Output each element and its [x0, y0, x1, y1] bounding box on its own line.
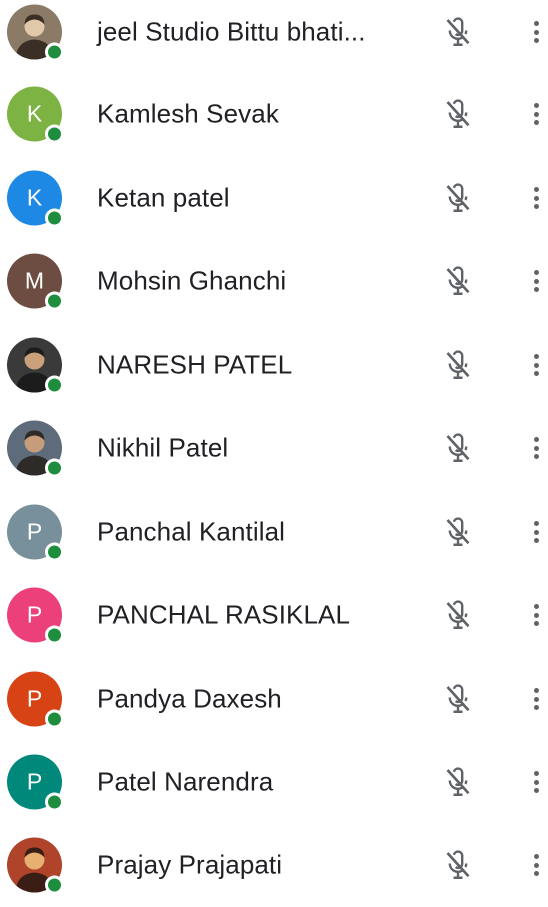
- mic-off-icon[interactable]: [440, 764, 476, 800]
- avatar: K: [7, 170, 64, 228]
- avatar: [7, 4, 64, 62]
- mic-off-icon[interactable]: [440, 96, 476, 132]
- mic-off-icon[interactable]: [440, 430, 476, 466]
- participant-name: PANCHAL RASIKLAL: [97, 599, 351, 630]
- participant-name: jeel Studio Bittu bhati...: [97, 16, 366, 47]
- participant-row[interactable]: M Mohsin Ghanchi: [0, 239, 548, 323]
- online-status-dot: [45, 542, 64, 562]
- online-status-dot: [45, 291, 64, 311]
- participant-name: Panchal Kantilal: [97, 516, 286, 547]
- more-vert-icon: [533, 187, 539, 209]
- more-vert-icon: [533, 604, 539, 626]
- more-vert-icon: [533, 437, 539, 459]
- more-options-button[interactable]: [524, 94, 548, 134]
- mic-off-icon[interactable]: [440, 180, 476, 216]
- more-vert-icon: [533, 771, 539, 793]
- more-options-button[interactable]: [524, 512, 548, 552]
- more-vert-icon: [533, 103, 539, 125]
- participant-row[interactable]: Prajay Prajapati: [0, 823, 548, 907]
- online-status-dot: [45, 42, 64, 62]
- participant-row[interactable]: Nikhil Patel: [0, 406, 548, 490]
- mic-off-icon[interactable]: [440, 263, 476, 299]
- more-options-button[interactable]: [524, 595, 548, 635]
- more-options-button[interactable]: [524, 178, 548, 218]
- online-status-dot: [45, 875, 64, 895]
- avatar: P: [7, 754, 64, 812]
- mic-off-icon[interactable]: [440, 347, 476, 383]
- participant-name: Ketan patel: [97, 182, 230, 213]
- mic-off-icon[interactable]: [440, 597, 476, 633]
- more-options-button[interactable]: [524, 12, 548, 52]
- more-vert-icon: [533, 21, 539, 43]
- more-options-button[interactable]: [524, 762, 548, 802]
- participant-name: NARESH PATEL: [97, 349, 293, 380]
- more-vert-icon: [533, 270, 539, 292]
- participant-row[interactable]: NARESH PATEL: [0, 323, 548, 407]
- more-options-button[interactable]: [524, 679, 548, 719]
- participant-name: Mohsin Ghanchi: [97, 265, 287, 296]
- online-status-dot: [45, 792, 64, 812]
- online-status-dot: [45, 709, 64, 729]
- more-vert-icon: [533, 854, 539, 876]
- more-options-button[interactable]: [524, 428, 548, 468]
- avatar: P: [7, 671, 64, 729]
- avatar: P: [7, 587, 64, 645]
- avatar: [7, 337, 64, 395]
- more-options-button[interactable]: [524, 261, 548, 301]
- online-status-dot: [45, 375, 64, 395]
- avatar: [7, 837, 64, 895]
- mic-off-icon[interactable]: [440, 514, 476, 550]
- more-options-button[interactable]: [524, 345, 548, 385]
- online-status-dot: [45, 625, 64, 645]
- participant-name: Kamlesh Sevak: [97, 98, 279, 129]
- avatar: [7, 420, 64, 478]
- participant-row[interactable]: K Ketan patel: [0, 156, 548, 240]
- participant-row[interactable]: P PANCHAL RASIKLAL: [0, 573, 548, 657]
- participant-name: Patel Narendra: [97, 766, 274, 797]
- avatar: M: [7, 253, 64, 311]
- online-status-dot: [45, 458, 64, 478]
- avatar: P: [7, 504, 64, 562]
- more-options-button[interactable]: [524, 845, 548, 885]
- participant-name: Prajay Prajapati: [97, 849, 283, 880]
- more-vert-icon: [533, 688, 539, 710]
- participant-row[interactable]: P Panchal Kantilal: [0, 490, 548, 574]
- mic-off-icon[interactable]: [440, 681, 476, 717]
- participant-row[interactable]: P Pandya Daxesh: [0, 657, 548, 741]
- participant-name: Pandya Daxesh: [97, 683, 282, 714]
- more-vert-icon: [533, 521, 539, 543]
- participant-name: Nikhil Patel: [97, 432, 229, 463]
- online-status-dot: [45, 124, 64, 144]
- participant-row[interactable]: P Patel Narendra: [0, 740, 548, 824]
- participant-row[interactable]: K Kamlesh Sevak: [0, 72, 548, 156]
- more-vert-icon: [533, 354, 539, 376]
- participant-list: jeel Studio Bittu bhati... K Kamlesh Sevak…: [0, 0, 548, 895]
- avatar: K: [7, 86, 64, 144]
- mic-off-icon[interactable]: [440, 847, 476, 883]
- online-status-dot: [45, 208, 64, 228]
- mic-off-icon[interactable]: [440, 14, 476, 50]
- participant-row[interactable]: jeel Studio Bittu bhati...: [0, 0, 548, 74]
